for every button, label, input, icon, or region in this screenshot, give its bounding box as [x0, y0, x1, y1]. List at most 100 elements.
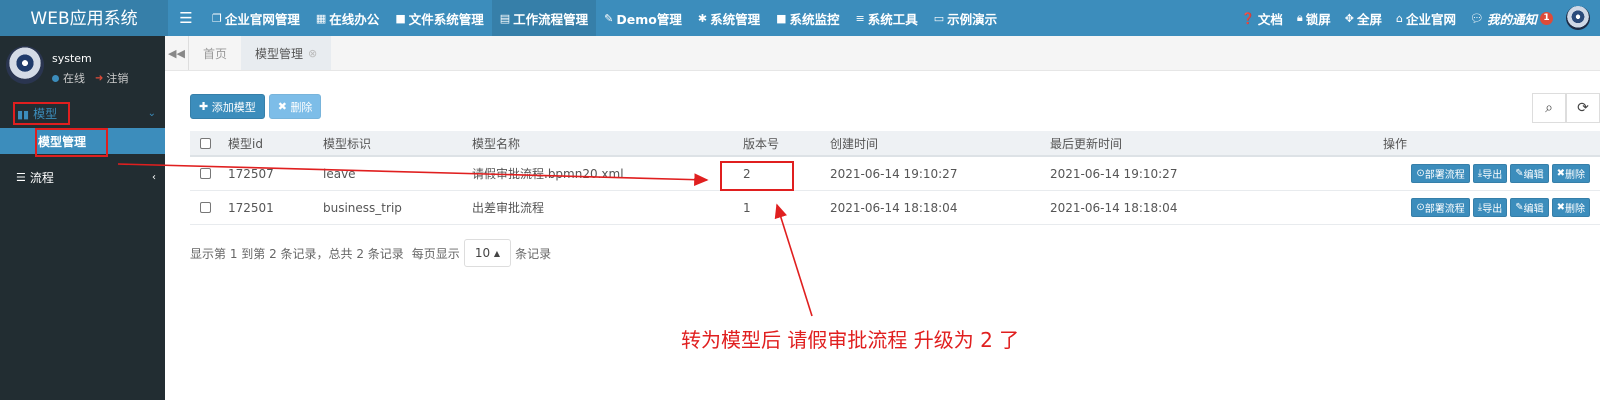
cell-name: 出差审批流程 — [472, 201, 545, 215]
top-navbar: WEB应用系统 ☰ ❐ 企业官网管理 ▦ 在线办公 ■ 文件系统管理 ▤ 工作流程管理 … — [0, 0, 1600, 36]
notice-label: 我的通知 — [1486, 11, 1537, 27]
tab-label: 模型管理 — [255, 46, 304, 61]
topnav-item-monitor[interactable]: ■ 系统监控 — [768, 0, 847, 36]
add-model-button[interactable]: ✚ 添加模型 — [190, 94, 265, 119]
cell-key: leave — [323, 166, 356, 181]
button-label: 编辑 — [1523, 204, 1544, 215]
sidebar-item-process[interactable]: ☰ 流程 ‹ — [0, 162, 165, 192]
model-table: 模型id 模型标识 模型名称 版本号 创建时间 最后更新时间 操作 172507… — [190, 131, 1600, 225]
user-avatar[interactable] — [1566, 6, 1590, 30]
list-icon: ≡ — [855, 11, 865, 25]
online-dot-icon — [52, 74, 59, 82]
remove-icon: ✖ — [277, 100, 287, 113]
sidebar-toggle-icon[interactable]: ☰ — [168, 0, 204, 36]
cell-created: 2021-06-14 19:10:27 — [830, 166, 958, 181]
question-icon: ❓ — [1241, 11, 1255, 25]
per-page-prefix: 每页显示 — [411, 246, 460, 261]
deploy-button[interactable]: ⊙ 部署流程 — [1411, 198, 1470, 217]
lock-screen-link[interactable]: 🔒︎ 锁屏 — [1290, 0, 1338, 36]
plus-icon: ✚ — [199, 100, 209, 113]
close-icon[interactable]: ⊗ — [308, 47, 317, 60]
deploy-button[interactable]: ⊙ 部署流程 — [1411, 164, 1470, 183]
topnav-item-workflow[interactable]: ▤ 工作流程管理 — [491, 0, 597, 36]
export-button[interactable]: ⤓ 导出 — [1472, 164, 1508, 183]
row-delete-button[interactable]: ✖ 删除 — [1551, 164, 1590, 183]
refresh-icon[interactable]: ⟳ — [1566, 93, 1600, 123]
page-size-value: 10 — [474, 246, 491, 260]
monitor-icon: ▭ — [933, 11, 945, 25]
table-row[interactable]: 172501 business_trip 出差审批流程 1 2021-06-14… — [190, 191, 1600, 225]
tab-label: 首页 — [203, 46, 228, 61]
edit-icon: ✎ — [1515, 168, 1524, 179]
expand-icon: ✥ — [1344, 11, 1354, 25]
workflow-icon: ▤ — [499, 11, 511, 25]
model-submenu: 模型管理 — [0, 128, 165, 157]
notification-badge: 1 — [1540, 11, 1553, 25]
version-highlight-box — [720, 161, 794, 191]
row-checkbox[interactable] — [200, 202, 211, 213]
tab-home[interactable]: 首页 — [189, 36, 241, 70]
sidebar-item-label: 流程 — [29, 170, 54, 185]
row-checkbox[interactable] — [200, 168, 211, 179]
logout-link[interactable]: 注销 — [106, 70, 128, 86]
search-icon[interactable]: ⌕ — [1532, 93, 1566, 123]
col-header-created[interactable]: 创建时间 — [830, 135, 1050, 152]
delete-button[interactable]: ✖ 删除 — [268, 94, 322, 119]
fullscreen-link[interactable]: ✥ 全屏 — [1338, 0, 1389, 36]
row-delete-button[interactable]: ✖ 删除 — [1551, 198, 1590, 217]
table-row[interactable]: 172507 leave 请假审批流程.bpmn20.xml 2 2021-06… — [190, 157, 1600, 191]
select-all-cell — [190, 137, 228, 149]
annotation-note: 转为模型后 请假审批流程 升级为 2 了 — [681, 328, 1020, 352]
button-label: 添加模型 — [211, 100, 256, 114]
cell-updated: 2021-06-14 19:10:27 — [1050, 166, 1178, 181]
topnav-item-demo[interactable]: ✎ Demo管理 — [596, 0, 690, 36]
website-link[interactable]: ⌂ 企业官网 — [1389, 0, 1463, 36]
cell-updated: 2021-06-14 18:18:04 — [1050, 200, 1178, 215]
chevron-down-icon: ⌄ — [147, 107, 156, 119]
tab-model-management[interactable]: 模型管理 ⊗ — [241, 36, 332, 70]
edit-button[interactable]: ✎ 编辑 — [1510, 164, 1549, 183]
tab-scroll-left-icon[interactable]: ◀◀ — [165, 36, 189, 70]
user-status: 在线 ➜ 注销 — [52, 70, 128, 86]
play-icon: ⊙ — [1416, 168, 1425, 179]
model-management-highlight-box — [35, 128, 108, 157]
row-actions: ⊙ 部署流程 ⤓ 导出 ✎ 编辑 ✖ 删除 — [1350, 164, 1600, 183]
topnav-item-office[interactable]: ▦ 在线办公 — [308, 0, 387, 36]
tab-bar: ◀◀ 首页 模型管理 ⊗ — [165, 36, 1600, 71]
sidebar-item-model[interactable]: ▮▮ 模型 ⌄ — [0, 98, 165, 128]
button-label: 编辑 — [1523, 170, 1544, 181]
edit-button[interactable]: ✎ 编辑 — [1510, 198, 1549, 217]
button-label: 删除 — [1565, 170, 1585, 181]
col-header-id[interactable]: 模型id — [228, 135, 323, 152]
col-header-name[interactable]: 模型名称 — [472, 135, 743, 152]
topnav-item-website[interactable]: ❐ 企业官网管理 — [204, 0, 308, 36]
select-all-checkbox[interactable] — [200, 137, 211, 149]
button-label: 删除 — [290, 100, 313, 114]
button-label: 部署流程 — [1424, 170, 1465, 181]
cell-key: business_trip — [323, 200, 402, 215]
topnav-item-system[interactable]: ✱ 系统管理 — [690, 0, 768, 36]
notifications-link[interactable]: 💬︎ 我的通知 1 — [1463, 0, 1560, 36]
docs-link[interactable]: ❓ 文档 — [1234, 0, 1290, 36]
topnav-label: 系统管理 — [710, 11, 761, 27]
pagination-summary: 显示第 1 到第 2 条记录，总共 2 条记录 — [190, 246, 404, 261]
topnav-item-demo-show[interactable]: ▭ 示例演示 — [926, 0, 1005, 36]
home-icon: ⌂ — [1396, 11, 1403, 25]
comment-icon: 💬︎ — [1470, 11, 1484, 25]
page-size-select[interactable]: 10 ▲ — [463, 239, 512, 267]
app-title[interactable]: WEB应用系统 — [0, 0, 168, 36]
col-header-version[interactable]: 版本号 — [743, 135, 830, 152]
edit-icon: ✎ — [1515, 202, 1524, 213]
cell-name: 请假审批流程.bpmn20.xml — [472, 167, 624, 181]
topnav-item-tools[interactable]: ≡ 系统工具 — [848, 0, 926, 36]
col-header-key[interactable]: 模型标识 — [323, 135, 472, 152]
video-icon: ■ — [776, 11, 787, 25]
avatar — [6, 46, 44, 84]
row-select-cell — [190, 168, 228, 179]
export-button[interactable]: ⤓ 导出 — [1472, 198, 1508, 217]
play-icon: ⊙ — [1416, 202, 1425, 213]
topnav-item-filesystem[interactable]: ■ 文件系统管理 — [387, 0, 491, 36]
col-header-updated[interactable]: 最后更新时间 — [1050, 135, 1350, 152]
sidebar-item-model-management[interactable]: 模型管理 — [0, 128, 165, 157]
topnav-label: Demo管理 — [616, 11, 682, 27]
